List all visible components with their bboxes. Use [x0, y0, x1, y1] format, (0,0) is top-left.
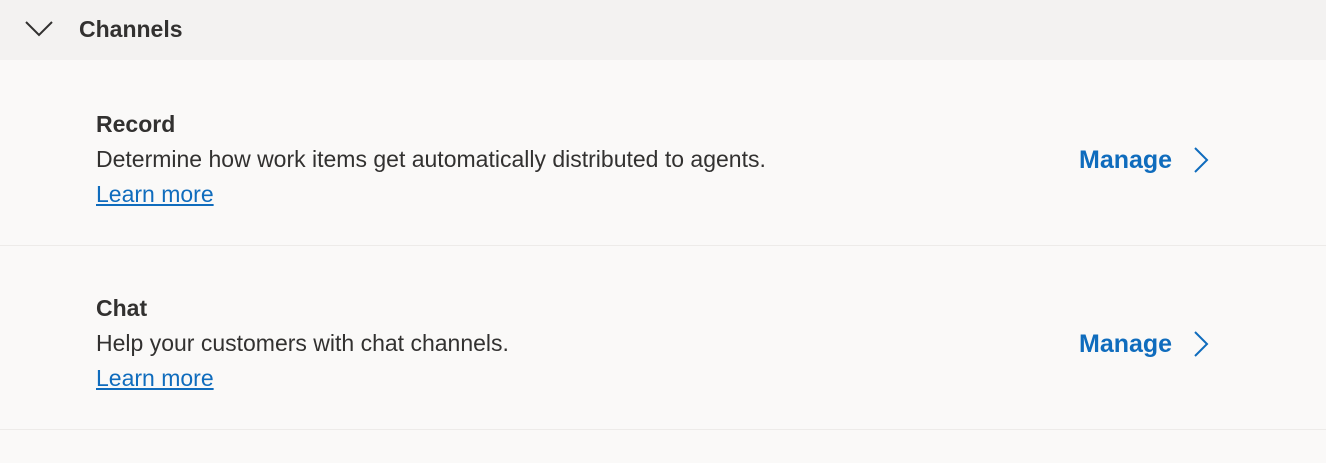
manage-label: Manage — [1079, 330, 1173, 358]
manage-button[interactable]: Manage — [1079, 328, 1210, 360]
channels-section-header[interactable]: Channels — [0, 0, 1326, 60]
chevron-down-icon[interactable] — [24, 18, 54, 38]
chevron-right-icon — [1194, 147, 1209, 173]
channel-name: Record — [96, 111, 176, 137]
channel-item-chat: Chat Help your customers with chat chann… — [0, 246, 1326, 430]
manage-label: Manage — [1079, 146, 1173, 174]
manage-button[interactable]: Manage — [1079, 144, 1210, 176]
channel-name: Chat — [96, 295, 148, 321]
section-title: Channels — [79, 16, 183, 42]
channel-description: Help your customers with chat channels. — [96, 330, 509, 356]
chevron-right-icon — [1194, 331, 1209, 357]
channel-item-record: Record Determine how work items get auto… — [0, 61, 1326, 246]
channel-description: Determine how work items get automatical… — [96, 146, 766, 172]
learn-more-link[interactable]: Learn more — [96, 179, 214, 209]
learn-more-link[interactable]: Learn more — [96, 363, 214, 393]
